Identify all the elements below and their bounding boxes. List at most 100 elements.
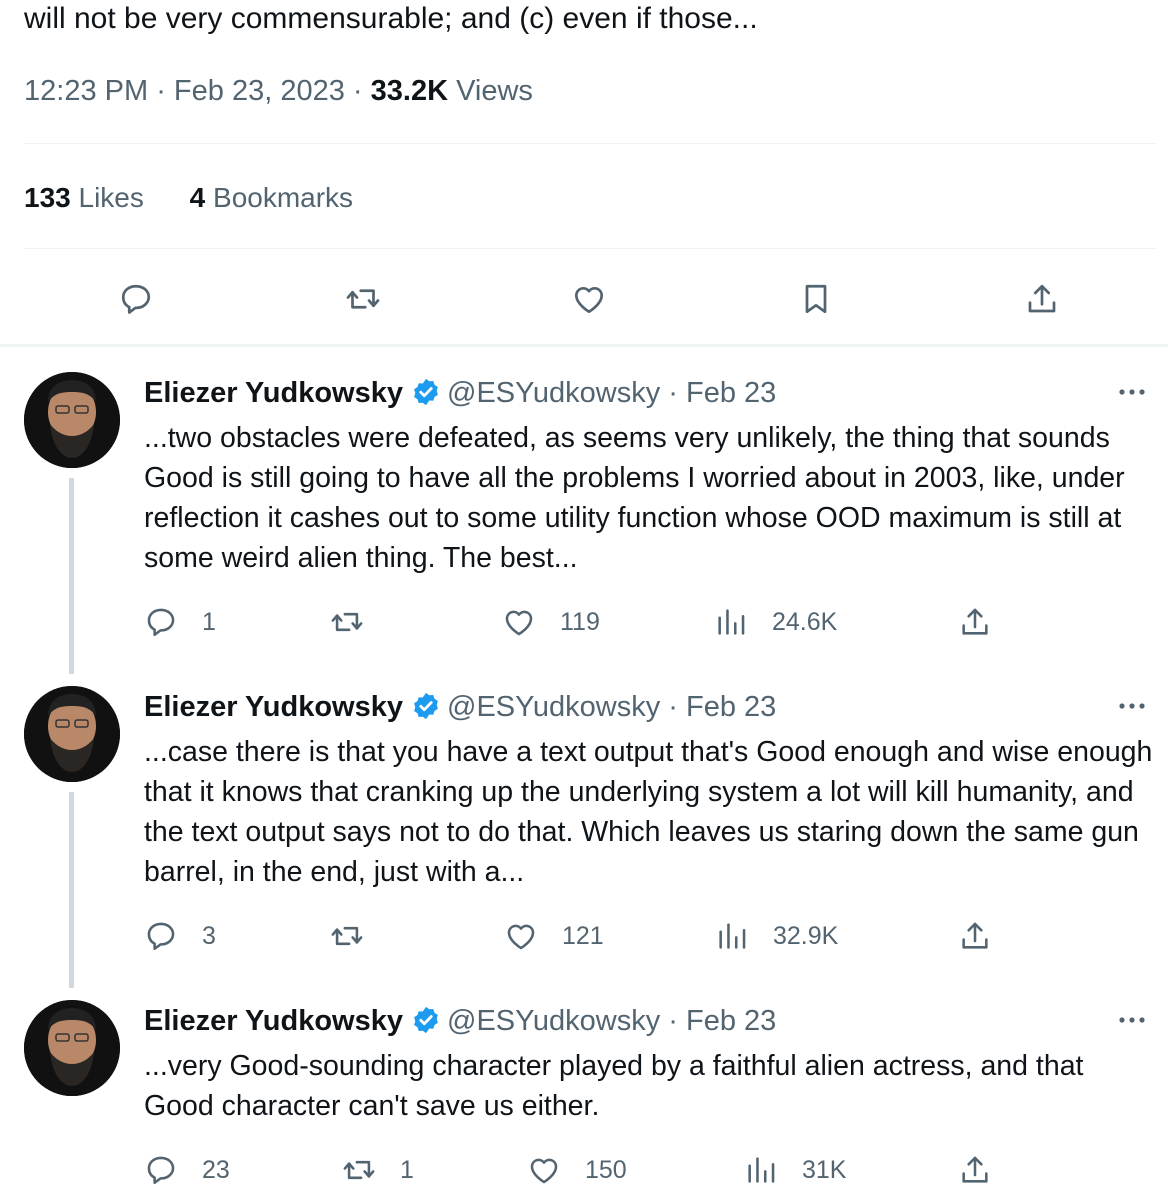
- bookmark-button[interactable]: [789, 272, 843, 326]
- more-options-icon[interactable]: [1114, 380, 1150, 404]
- views-label: Views: [456, 75, 533, 107]
- share-button[interactable]: [958, 916, 992, 956]
- reply-tweet[interactable]: Eliezer Yudkowsky @ESYudkowsky · Feb 23 .…: [0, 372, 1168, 674]
- reply-count: 3: [202, 921, 216, 950]
- reply-actions: 1 119 24.6K: [0, 602, 1168, 642]
- verified-badge-icon: [414, 692, 438, 720]
- author-handle[interactable]: @ESYudkowsky: [447, 377, 660, 409]
- reply-tweet[interactable]: Eliezer Yudkowsky @ESYudkowsky · Feb 23 .…: [0, 686, 1168, 988]
- reply-header: Eliezer Yudkowsky @ESYudkowsky · Feb 23: [144, 1002, 776, 1040]
- retweet-button[interactable]: [330, 916, 388, 956]
- reply-date[interactable]: Feb 23: [686, 1005, 776, 1037]
- author-name[interactable]: Eliezer Yudkowsky: [144, 1005, 403, 1037]
- reply-text: ...very Good-sounding character played b…: [144, 1050, 1084, 1122]
- reply-icon: [147, 922, 175, 951]
- bookmark-icon: [805, 284, 827, 314]
- view-count: 31K: [802, 1155, 847, 1184]
- verified-badge-icon: [414, 1006, 438, 1034]
- thread-line: [69, 478, 74, 674]
- heart-icon: [574, 286, 604, 314]
- avatar-photo: [24, 1000, 120, 1096]
- reply-actions: 23 1 150 31K: [0, 1150, 1168, 1190]
- share-button[interactable]: [958, 602, 992, 642]
- like-button[interactable]: [562, 272, 616, 326]
- view-count: 24.6K: [772, 607, 838, 636]
- reply-button[interactable]: 1: [144, 602, 216, 642]
- divider: [24, 248, 1156, 249]
- reply-actions: 3 121 32.9K: [0, 916, 1168, 956]
- likes-count: 133: [24, 182, 71, 213]
- engagement-stats: 133 Likes 4 Bookmarks: [24, 179, 391, 217]
- reply-header: Eliezer Yudkowsky @ESYudkowsky · Feb 23: [144, 688, 776, 726]
- likes-label: Likes: [78, 182, 144, 213]
- reply-button[interactable]: 23: [144, 1150, 230, 1190]
- reply-date[interactable]: Feb 23: [686, 377, 776, 409]
- more-options-icon[interactable]: [1114, 1008, 1150, 1032]
- reply-button[interactable]: [109, 272, 163, 326]
- verified-badge-icon: [414, 378, 438, 406]
- reply-text: ...two obstacles were defeated, as seems…: [144, 422, 1125, 574]
- thread-line: [69, 792, 74, 988]
- retweet-button[interactable]: [336, 272, 390, 326]
- tweet-date[interactable]: Feb 23, 2023: [174, 75, 345, 107]
- reply-button[interactable]: 3: [144, 916, 216, 956]
- reply-count: 1: [202, 607, 216, 636]
- likes-stat[interactable]: 133 Likes: [24, 182, 144, 213]
- share-icon: [962, 1156, 988, 1183]
- retweet-count: 1: [400, 1155, 414, 1184]
- author-name[interactable]: Eliezer Yudkowsky: [144, 691, 403, 723]
- reply-header: Eliezer Yudkowsky @ESYudkowsky · Feb 23: [144, 374, 776, 412]
- author-name[interactable]: Eliezer Yudkowsky: [144, 377, 403, 409]
- tweet-meta: 12:23 PM · Feb 23, 2023 · 33.2K Views: [24, 72, 533, 110]
- like-button[interactable]: 150: [527, 1150, 627, 1190]
- author-handle[interactable]: @ESYudkowsky: [447, 691, 660, 723]
- reply-icon: [147, 608, 175, 637]
- share-icon: [962, 922, 988, 949]
- reply-date[interactable]: Feb 23: [686, 691, 776, 723]
- heart-icon: [507, 924, 535, 950]
- reply-tweet[interactable]: Eliezer Yudkowsky @ESYudkowsky · Feb 23 .…: [0, 1000, 1168, 1199]
- views-count: 33.2K: [370, 75, 449, 107]
- heart-icon: [530, 1158, 558, 1184]
- retweet-icon: [331, 612, 363, 632]
- reply-icon: [147, 1156, 175, 1185]
- meta-separator: ·: [156, 75, 174, 107]
- analytics-icon: [719, 923, 746, 949]
- like-button[interactable]: 119: [502, 602, 600, 642]
- date-separator: ·: [660, 691, 686, 723]
- analytics-icon: [718, 609, 745, 635]
- tweet-text: will not be very commensurable; and (c) …: [24, 2, 758, 35]
- tweet-time[interactable]: 12:23 PM: [24, 75, 148, 107]
- main-action-bar: [0, 272, 1168, 326]
- avatar[interactable]: [24, 372, 120, 468]
- views-button[interactable]: 31K: [744, 1150, 846, 1190]
- view-count: 32.9K: [773, 921, 839, 950]
- heart-icon: [505, 610, 533, 636]
- section-divider: [0, 344, 1168, 347]
- share-button[interactable]: [1015, 272, 1069, 326]
- reply-icon: [121, 284, 151, 314]
- share-icon: [962, 608, 988, 635]
- more-options-icon[interactable]: [1114, 694, 1150, 718]
- avatar-photo: [24, 372, 120, 468]
- like-button[interactable]: 121: [504, 916, 604, 956]
- views-button[interactable]: 24.6K: [714, 602, 837, 642]
- reply-text: ...case there is that you have a text ou…: [144, 736, 1153, 888]
- share-icon: [1028, 284, 1056, 313]
- avatar-photo: [24, 686, 120, 782]
- share-button[interactable]: [958, 1150, 992, 1190]
- meta-separator: ·: [352, 75, 371, 107]
- author-handle[interactable]: @ESYudkowsky: [447, 1005, 660, 1037]
- like-count: 121: [562, 921, 604, 950]
- date-separator: ·: [660, 377, 686, 409]
- date-separator: ·: [660, 1005, 686, 1037]
- avatar[interactable]: [24, 1000, 120, 1096]
- views-button[interactable]: 32.9K: [715, 916, 838, 956]
- retweet-icon: [331, 926, 363, 946]
- divider: [24, 143, 1156, 144]
- analytics-icon: [748, 1157, 775, 1183]
- retweet-button[interactable]: [330, 602, 388, 642]
- bookmarks-stat[interactable]: 4 Bookmarks: [190, 182, 353, 213]
- avatar[interactable]: [24, 686, 120, 782]
- retweet-button[interactable]: 1: [342, 1150, 414, 1190]
